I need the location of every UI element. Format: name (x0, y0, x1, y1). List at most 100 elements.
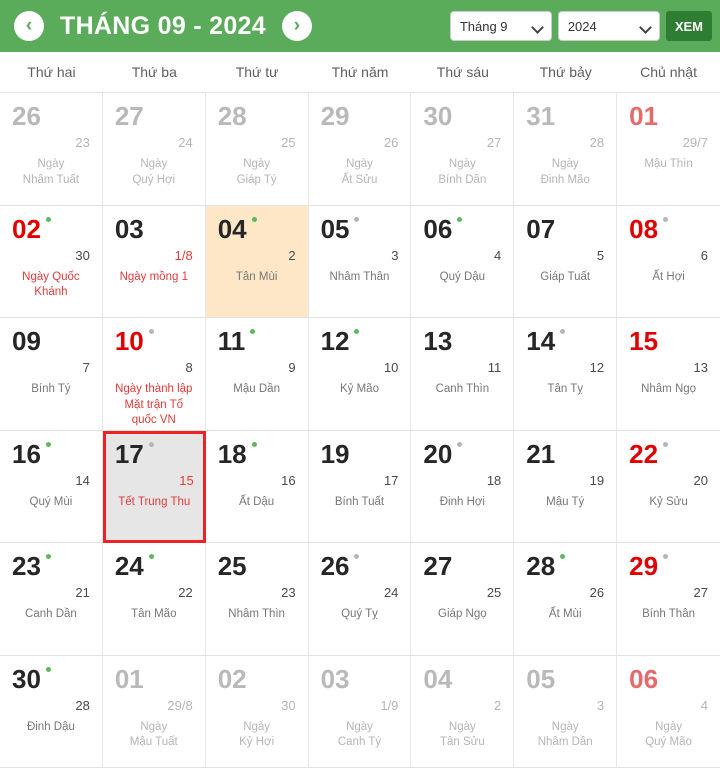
lunar-day-number: 28 (589, 135, 605, 150)
day-cell[interactable]: 04 2 Ngày Tân Sửu (411, 655, 515, 768)
day-cell[interactable]: 21 19 Mậu Tý (514, 430, 618, 543)
day-cell[interactable]: 27 24 Ngày Quý Hợi (102, 93, 206, 206)
day-cell[interactable]: 01 29/8 Ngày Mậu Tuất (102, 655, 206, 768)
day-number-row: 28 (526, 553, 604, 579)
day-cell[interactable]: 29 27 Bính Thân (617, 543, 720, 656)
day-cell[interactable]: 15 13 Nhâm Ngọ (617, 318, 720, 431)
day-cell[interactable]: 01 29/7 Mậu Thìn (617, 93, 720, 206)
solar-day-number: 29 (629, 551, 659, 581)
day-cell[interactable]: 30 27 Ngày Bính Dần (411, 93, 515, 206)
day-cell[interactable]: 06 4 Ngày Quý Mão (617, 656, 720, 768)
event-dot-icon (45, 216, 51, 222)
day-cell[interactable]: 06 4 Quý Dậu (411, 205, 515, 318)
next-month-button[interactable]: › (281, 11, 312, 41)
day-number-row: 27 (423, 553, 501, 579)
day-note-label: Tết Trung Thu (118, 495, 191, 508)
day-cell[interactable]: 18 16 Ất Dậu (205, 430, 309, 543)
view-button[interactable]: XEM (665, 11, 712, 41)
day-cell[interactable]: 30 28 Đinh Dậu (0, 655, 103, 768)
day-number-row: 25 (218, 553, 296, 579)
day-cell[interactable]: 28 25 Ngày Giáp Tý (205, 93, 309, 206)
weekday-label: Thứ năm (331, 64, 389, 80)
day-cell[interactable]: 09 7 Bính Tý (0, 318, 103, 431)
event-dot-icon (250, 329, 256, 334)
day-note-label: Kỷ Mão (339, 383, 379, 395)
day-cell[interactable]: 28 26 Ất Mùi (514, 543, 618, 656)
day-number-row: 05 (321, 216, 399, 242)
event-dot-icon (354, 216, 360, 222)
day-number-row: 03 (321, 666, 399, 692)
day-cell[interactable]: 23 21 Canh Dần (0, 543, 103, 656)
day-number-row: 29 (629, 553, 708, 579)
day-cell[interactable]: 03 1/9 Ngày Canh Tý (308, 655, 412, 768)
day-cell[interactable]: 07 5 Giáp Tuất (514, 205, 618, 318)
weekday-label: Thứ hai (27, 64, 76, 80)
solar-day-number: 01 (114, 663, 144, 694)
day-note-label: Quý Dậu (439, 270, 486, 283)
day-cell[interactable]: 02 30 Ngày Quốc Khánh (0, 205, 103, 318)
day-cell[interactable]: 04 2 Tân Mùi (205, 205, 309, 318)
lunar-day-number: 26 (383, 135, 399, 150)
day-cell[interactable]: 12 10 Kỷ Mão (308, 318, 412, 431)
day-cell[interactable]: 19 17 Bính Tuất (308, 430, 412, 543)
weekday-label: Thứ sáu (436, 64, 489, 80)
solar-day-number: 15 (629, 326, 659, 356)
day-cell[interactable]: 26 24 Quý Tỵ (308, 543, 412, 656)
day-cell[interactable]: 05 3 Ngày Nhâm Dần (514, 655, 618, 768)
lunar-day-number: 1/9 (380, 697, 399, 713)
day-cell[interactable]: 10 8 Ngày thành lập Mặt trận Tổ quốc VN (102, 318, 206, 431)
day-cell[interactable]: 31 28 Ngày Đinh Mão (514, 93, 618, 206)
month-select[interactable]: Tháng 9 (449, 11, 552, 41)
weekday-label: Thứ ba (131, 64, 177, 80)
prev-month-button[interactable]: ‹ (14, 11, 44, 41)
year-select[interactable]: 2024 (557, 11, 660, 41)
lunar-day-number: 23 (75, 135, 90, 150)
solar-day-number: 17 (114, 438, 144, 469)
day-cell[interactable]: 17 15 Tết Trung Thu (102, 430, 206, 543)
lunar-day-number: 2 (494, 697, 502, 713)
day-cell[interactable]: 29 26 Ngày Ất Sửu (308, 93, 412, 206)
day-number-row: 29 (321, 103, 399, 129)
day-cell[interactable]: 05 3 Nhâm Thân (308, 205, 412, 318)
event-dot-icon (663, 554, 669, 559)
day-cell[interactable]: 27 25 Giáp Ngọ (411, 543, 515, 656)
weekday-label: Thứ bảy (539, 64, 592, 80)
solar-day-number: 06 (629, 663, 659, 694)
day-note-label: Tân Mão (131, 608, 177, 620)
day-number-row: 30 (423, 103, 501, 129)
lunar-day-number: 20 (693, 472, 708, 488)
solar-day-number: 04 (423, 663, 453, 694)
day-cell[interactable]: 22 20 Kỷ Sửu (617, 431, 720, 543)
day-cell[interactable]: 11 9 Mậu Dần (205, 318, 309, 431)
day-cell[interactable]: 24 22 Tân Mão (102, 543, 206, 656)
day-cell[interactable]: 26 23 Ngày Nhâm Tuất (0, 93, 103, 206)
solar-day-number: 12 (320, 326, 350, 356)
day-number-row: 10 (115, 328, 193, 354)
solar-day-number: 26 (12, 101, 41, 131)
day-number-row: 27 (115, 103, 193, 129)
day-number-row: 08 (629, 216, 708, 242)
lunar-day-number: 13 (693, 360, 708, 375)
event-dot-icon (251, 441, 257, 447)
day-cell[interactable]: 25 23 Nhâm Thìn (205, 543, 309, 656)
day-cell[interactable]: 20 18 Đinh Hợi (411, 430, 515, 543)
day-number-row: 18 (218, 441, 296, 467)
lunar-day-number: 2 (288, 247, 296, 263)
day-number-row: 14 (526, 328, 604, 354)
day-cell[interactable]: 14 12 Tân Tỵ (514, 318, 618, 431)
day-cell[interactable]: 02 30 Ngày Kỷ Hợi (205, 655, 309, 768)
event-dot-icon (354, 554, 360, 559)
weekday-header-row: Thứ hai Thứ ba Thứ tư Thứ năm Thứ sáu Th… (0, 52, 720, 92)
day-note-label: Giáp Ngọ (438, 608, 487, 620)
event-dot-icon (148, 554, 154, 559)
day-cell[interactable]: 03 1/8 Ngày mồng 1 (102, 205, 206, 318)
event-dot-icon (457, 216, 463, 222)
lunar-day-number: 24 (383, 585, 399, 600)
day-cell[interactable]: 08 6 Ất Hợi (617, 206, 720, 318)
day-cell[interactable]: 16 14 Quý Mùi (0, 430, 103, 543)
lunar-day-number: 3 (391, 247, 399, 263)
day-cell[interactable]: 13 11 Canh Thìn (411, 318, 515, 431)
day-note-label: Mậu Tý (546, 495, 585, 508)
day-note-label: Ngày Bính Dần (438, 158, 487, 186)
day-note-label: Ngày Kỷ Hợi (239, 720, 275, 749)
